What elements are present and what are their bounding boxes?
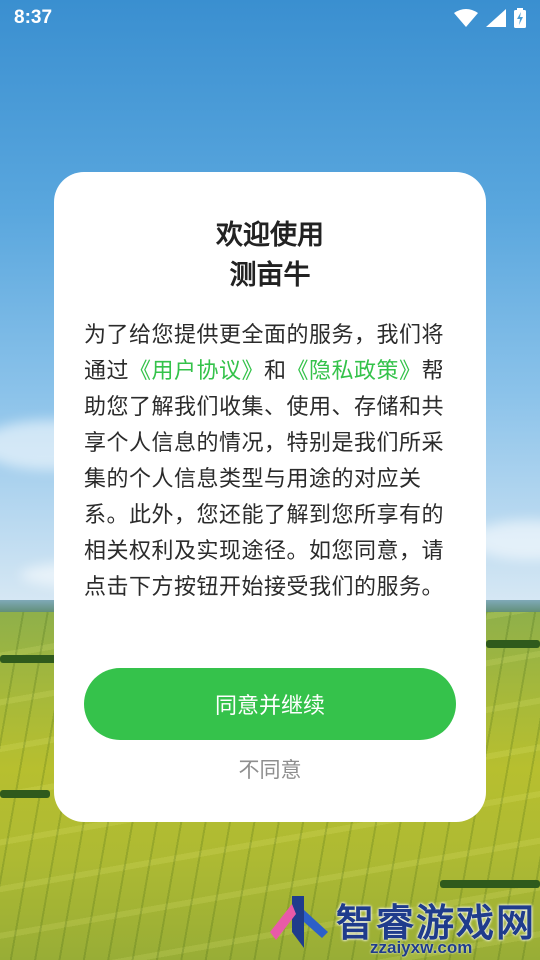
privacy-policy-link[interactable]: 《隐私政策》 <box>287 359 422 384</box>
signal-icon <box>486 9 506 27</box>
watermark-url: zzaiyxw.com <box>370 938 473 957</box>
body-text-part2: 和 <box>264 359 287 384</box>
battery-charging-icon <box>514 8 526 28</box>
dialog-title-app-name: 测亩牛 <box>229 260 311 291</box>
dialog-title-line1: 欢迎使用 <box>216 220 324 251</box>
treeline <box>0 790 50 798</box>
dialog-body: 为了给您提供更全面的服务，我们将通过《用户协议》和《隐私政策》帮助您了解我们收集… <box>84 318 456 606</box>
agree-and-continue-button[interactable]: 同意并继续 <box>84 668 456 740</box>
disagree-button[interactable]: 不同意 <box>54 754 486 784</box>
body-text-part3: 帮助您了解我们收集、使用、存储和共享个人信息的情况，特别是我们所采集的个人信息类… <box>84 359 445 600</box>
dialog-title: 欢迎使用 测亩牛 <box>84 216 456 296</box>
treeline <box>0 655 60 663</box>
user-agreement-link[interactable]: 《用户协议》 <box>129 359 264 384</box>
privacy-consent-dialog: 欢迎使用 测亩牛 为了给您提供更全面的服务，我们将通过《用户协议》和《隐私政策》… <box>54 172 486 822</box>
wifi-icon <box>454 9 478 27</box>
status-bar: 8:37 <box>0 0 540 36</box>
watermark: 智睿游戏网 zzaiyxw.com <box>262 888 540 960</box>
watermark-logo-icon <box>270 896 328 948</box>
treeline <box>486 640 540 648</box>
status-time: 8:37 <box>14 7 53 28</box>
system-icons <box>454 8 526 28</box>
treeline <box>440 880 540 888</box>
